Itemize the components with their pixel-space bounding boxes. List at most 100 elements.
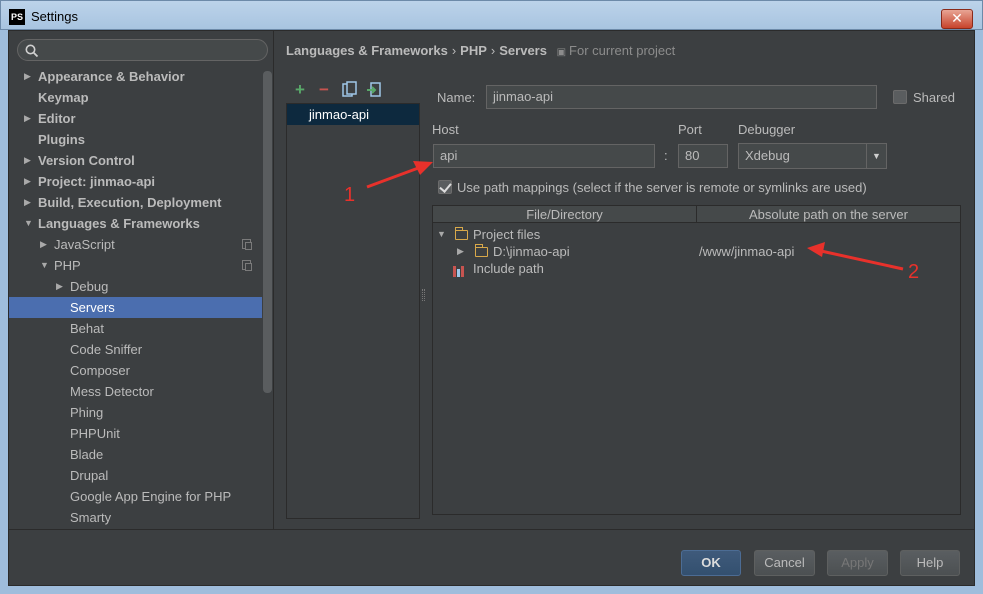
tree-item-label: Appearance & Behavior [38,69,185,84]
copy-server-button[interactable] [341,81,359,99]
tree-item[interactable]: Drupal [9,465,262,486]
breadcrumb-separator: › [451,43,457,58]
column-header-server-path[interactable]: Absolute path on the server [697,206,960,223]
collapsed-arrow-icon[interactable]: ▶ [40,234,47,255]
dialog-button-bar: OK Cancel Apply Help [9,529,974,585]
port-label: Port [678,122,702,137]
tree-item-label: PHP [54,258,81,273]
collapsed-arrow-icon[interactable]: ▶ [24,150,31,171]
collapsed-arrow-icon[interactable]: ▶ [24,108,31,129]
tree-item[interactable]: Servers [9,297,262,318]
tree-item-label: PHPUnit [70,426,120,441]
breadcrumb-item: Languages & Frameworks [286,43,448,58]
project-scope-note: ▣ For current project [557,43,676,58]
close-icon: ✕ [951,10,963,26]
tree-item[interactable]: ▶ Debug [9,276,262,297]
tree-item-label: Plugins [38,132,85,147]
tree-item[interactable]: ▼ Languages & Frameworks [9,213,262,234]
tree-item-label: Keymap [38,90,89,105]
library-icon [453,262,466,279]
server-path-value[interactable]: /www/jinmao-api [699,243,794,260]
use-path-mappings-checkbox[interactable] [438,180,452,194]
tree-item[interactable]: ▶ JavaScript [9,234,262,255]
tree-item-label: Google App Engine for PHP [70,489,232,504]
plus-icon: + [295,80,305,99]
project-level-icon [242,239,252,250]
help-button[interactable]: Help [900,550,960,576]
expanded-arrow-icon[interactable]: ▼ [24,213,33,234]
server-list: jinmao-api [286,103,420,519]
annotation-label-1: 1 [344,184,356,206]
tree-item[interactable]: ▶ Project: jinmao-api [9,171,262,192]
collapsed-arrow-icon[interactable]: ▶ [24,171,31,192]
collapsed-arrow-icon[interactable]: ▶ [24,66,31,87]
tree-item-label: Mess Detector [70,384,154,399]
debugger-label: Debugger [738,122,796,137]
tree-item[interactable]: ▶ Build, Execution, Deployment [9,192,262,213]
tree-item[interactable]: ▼ PHP [9,255,262,276]
expanded-arrow-icon[interactable]: ▼ [40,255,49,276]
window-title: Settings [31,9,78,24]
tree-item[interactable]: ▶ Editor [9,108,262,129]
host-port-separator: : [664,148,668,163]
remove-server-button[interactable]: − [315,81,333,99]
tree-item-label: Debug [70,279,109,294]
add-server-button[interactable]: + [291,81,309,99]
tree-item[interactable]: PHPUnit [9,423,262,444]
tree-item-label: Version Control [38,153,135,168]
panel-splitter-handle[interactable] [422,289,425,301]
name-label: Name: [437,90,476,105]
table-row[interactable]: Include path [433,260,960,277]
tree-item[interactable]: Mess Detector [9,381,262,402]
column-header-file-directory[interactable]: File/Directory [433,206,697,223]
server-name-field[interactable]: jinmao-api [486,85,877,109]
host-label: Host [432,122,459,137]
apply-button[interactable]: Apply [827,550,888,576]
tree-item[interactable]: Plugins [9,129,262,150]
tree-item[interactable]: Google App Engine for PHP [9,486,262,507]
minus-icon: − [319,80,329,99]
collapsed-arrow-icon[interactable]: ▶ [457,243,464,260]
expanded-arrow-icon[interactable]: ▼ [437,226,446,243]
host-field[interactable]: api [433,144,655,168]
tree-item[interactable]: Code Sniffer [9,339,262,360]
search-input[interactable] [17,39,268,61]
folder-icon [454,226,468,243]
import-server-button[interactable] [365,81,383,99]
tree-scrollbar[interactable] [263,71,272,393]
tree-item[interactable]: ▶ Version Control [9,150,262,171]
port-field[interactable]: 80 [678,144,728,168]
tree-item[interactable]: Behat [9,318,262,339]
close-window-button[interactable]: ✕ [941,9,973,29]
chevron-down-icon: ▼ [866,144,886,168]
tree-item-label: Code Sniffer [70,342,143,357]
server-list-item[interactable]: jinmao-api [287,104,419,125]
copy-icon [342,81,357,97]
debugger-select[interactable]: Xdebug ▼ [738,143,887,169]
breadcrumb: Languages & Frameworks › PHP › Servers ▣ For … [286,43,675,58]
tree-item[interactable]: Smarty [9,507,262,528]
tree-item-label: Servers [70,300,115,315]
tree-item-label: Editor [38,111,76,126]
tree-item-label: Composer [70,363,130,378]
search-icon [25,44,39,58]
collapsed-arrow-icon[interactable]: ▶ [56,276,63,297]
shared-checkbox[interactable] [893,90,907,104]
collapsed-arrow-icon[interactable]: ▶ [24,192,31,213]
tree-item[interactable]: Keymap [9,87,262,108]
tree-item[interactable]: Blade [9,444,262,465]
settings-tree: ▶ Appearance & Behavior Keymap ▶ Editor Plugi… [9,66,262,528]
table-row[interactable]: ▼ Project files [433,226,960,243]
tree-item-label: Behat [70,321,104,336]
tree-item[interactable]: ▶ Appearance & Behavior [9,66,262,87]
title-bar: PS Settings ✕ [0,0,983,30]
table-row[interactable]: ▶ D:\jinmao-api /www/jinmao-api [433,243,960,260]
cancel-button[interactable]: Cancel [754,550,815,576]
tree-item-label: Smarty [70,510,112,525]
project-scope-icon: ▣ [556,47,567,58]
use-path-mappings-label: Use path mappings (select if the server … [457,180,867,195]
debugger-selected-value: Xdebug [745,148,790,163]
ok-button[interactable]: OK [681,550,741,576]
tree-item[interactable]: Phing [9,402,262,423]
tree-item[interactable]: Composer [9,360,262,381]
